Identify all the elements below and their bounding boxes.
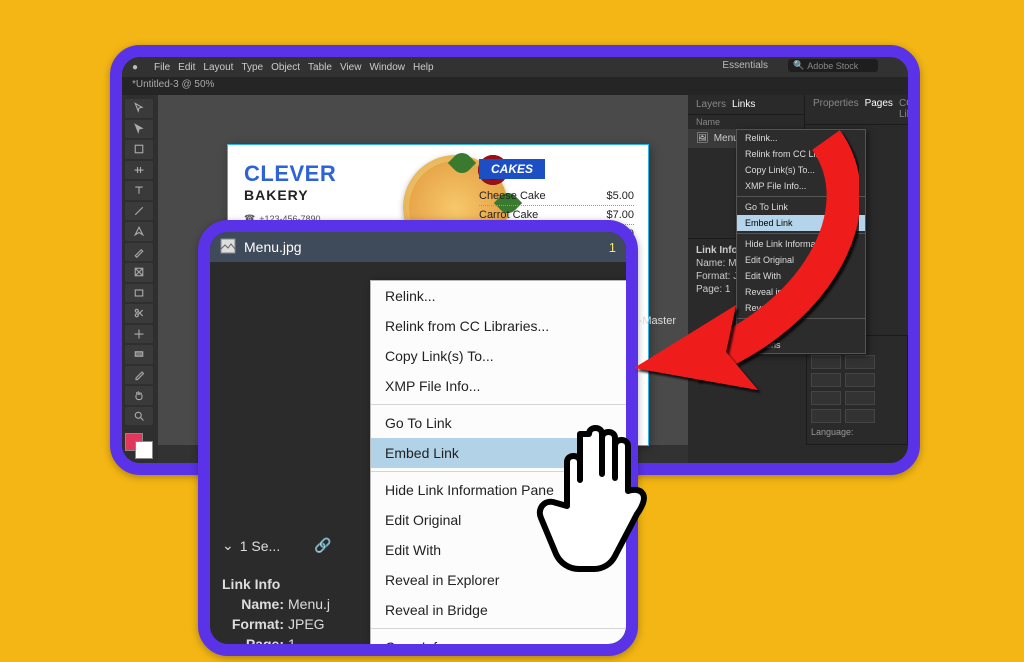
direct-select-tool-icon[interactable] [125, 120, 153, 139]
selection-tool-icon[interactable] [125, 99, 153, 118]
document-tab[interactable]: *Untitled-3 @ 50% [122, 77, 908, 95]
gap-tool-icon[interactable] [125, 161, 153, 180]
zoom-tool-icon[interactable] [125, 407, 153, 426]
cakes-chip: CAKES [479, 159, 545, 179]
ctx-relink-cc[interactable]: Relink from CC Libraries... [371, 311, 629, 341]
ctx-goto-link[interactable]: Go To Link [371, 408, 629, 438]
links-context-menu[interactable]: Relink... Relink from CC Libraries... Co… [370, 280, 630, 656]
ctx-copy-links-to[interactable]: Copy Link(s) To... [371, 341, 629, 371]
pencil-tool-icon[interactable] [125, 243, 153, 262]
gradient-tool-icon[interactable] [125, 345, 153, 364]
links-panel-tabs[interactable]: Layers Links [688, 95, 804, 115]
transform-tool-icon[interactable] [125, 325, 153, 344]
fill-stroke-icon[interactable] [125, 433, 153, 459]
stock-search[interactable]: 🔍 Adobe Stock [788, 59, 878, 72]
ctx-reveal-bridge[interactable]: Reveal in Bridge [371, 595, 629, 625]
ctx-edit-original[interactable]: Edit Original [371, 505, 629, 535]
tools-panel[interactable] [122, 95, 158, 463]
ctx-relink[interactable]: Relink... [371, 281, 629, 311]
ctx-xmp-info[interactable]: XMP File Info... [371, 371, 629, 401]
image-icon [220, 238, 236, 257]
page-tool-icon[interactable] [125, 140, 153, 159]
brand-subtitle: BAKERY [244, 187, 336, 203]
ctx-hide-info[interactable]: Hide Link Information Pane [371, 475, 629, 505]
link-count: 1 [609, 240, 616, 255]
pen-tool-icon[interactable] [125, 222, 153, 241]
ctx-copy-info[interactable]: Copy Info [371, 632, 629, 656]
ctx-embed-link[interactable]: Embed Link [371, 438, 629, 468]
workspace-switcher[interactable]: Essentials [722, 60, 768, 71]
link-info-block: Link Info Name:Menu.j Format:JPEG Page:1 [222, 572, 330, 656]
menu-bar[interactable]: FileEdit LayoutType ObjectTable ViewWind… [154, 62, 434, 73]
rect-tool-icon[interactable] [125, 284, 153, 303]
links-panel-header: Name [688, 115, 804, 129]
brand-title: CLEVER [244, 161, 336, 187]
links-context-menu-small[interactable]: Relink... Relink from CC Libraries... Co… [736, 129, 866, 354]
rect-frame-tool-icon[interactable] [125, 263, 153, 282]
search-icon: 🔍 [793, 60, 804, 71]
eyedropper-tool-icon[interactable] [125, 366, 153, 385]
zoom-links-panel: Menu.jpg 1 Relink... Relink from CC Libr… [198, 220, 638, 656]
logo-icon: ● [132, 62, 138, 73]
hand-tool-icon[interactable] [125, 386, 153, 405]
type-tool-icon[interactable] [125, 181, 153, 200]
scissors-tool-icon[interactable] [125, 304, 153, 323]
price-row: Cheese Cake$5.00 [479, 187, 634, 206]
line-tool-icon[interactable] [125, 202, 153, 221]
os-menubar: ● FileEdit LayoutType ObjectTable ViewWi… [122, 57, 908, 77]
links-row-zoom[interactable]: Menu.jpg 1 [210, 232, 626, 262]
image-icon: 🖼 [696, 133, 709, 144]
relink-icon[interactable]: 🔗 [314, 537, 331, 554]
ctx-edit-with[interactable]: Edit With [371, 535, 629, 565]
link-filename: Menu.jpg [244, 239, 302, 255]
master-label: A-Master [631, 315, 676, 327]
pages-panel-tabs[interactable]: Properties Pages CC Libraries [805, 94, 908, 125]
ctx-reveal-explorer[interactable]: Reveal in Explorer [371, 565, 629, 595]
chevron-down-icon: ⌄ [222, 537, 234, 554]
selected-count[interactable]: ⌄ 1 Se... 🔗 [222, 537, 332, 554]
